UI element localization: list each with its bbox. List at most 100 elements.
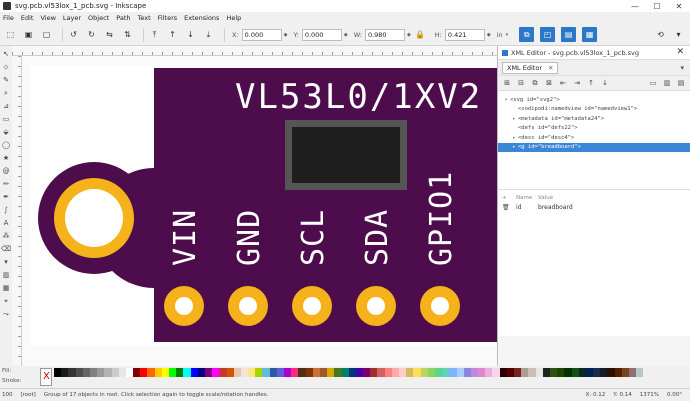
pencil-tool-icon[interactable]: ✏	[1, 179, 11, 189]
xml-node-4[interactable]: ▸ <desc id="desc4">	[498, 133, 690, 143]
layout-toggle-icon[interactable]: ▭	[648, 78, 658, 88]
flip-vertical-icon[interactable]: ⇅	[121, 28, 134, 41]
color-swatch[interactable]	[442, 368, 450, 377]
display-mode-icon[interactable]: ▾	[672, 28, 685, 41]
color-swatch[interactable]	[169, 368, 177, 377]
layout-stacked-icon[interactable]: ▤	[676, 78, 686, 88]
xml-node-3[interactable]: <defs id="defs22">	[498, 124, 690, 134]
opacity-value[interactable]: 100	[2, 392, 13, 398]
color-swatch[interactable]	[183, 368, 191, 377]
color-swatch[interactable]	[319, 368, 328, 377]
color-swatch[interactable]	[204, 368, 213, 377]
delete-attribute-icon[interactable]: 🗑	[502, 204, 510, 211]
none-color-swatch[interactable]: X	[40, 368, 52, 386]
lower-node-icon[interactable]: ↓	[600, 78, 610, 88]
color-swatch[interactable]	[399, 368, 407, 377]
star-tool-icon[interactable]: ★	[1, 153, 11, 163]
new-text-node-icon[interactable]: ⊟	[516, 78, 526, 88]
spiral-tool-icon[interactable]: @	[1, 166, 11, 176]
color-swatch[interactable]	[161, 368, 169, 377]
color-swatch[interactable]	[154, 368, 162, 377]
lower-icon[interactable]: ↓	[184, 28, 197, 41]
vertical-ruler[interactable]	[12, 56, 22, 366]
color-swatch[interactable]	[427, 368, 435, 377]
color-swatch[interactable]	[140, 368, 148, 377]
mesh-tool-icon[interactable]: ▦	[1, 283, 11, 293]
color-swatch[interactable]	[521, 368, 529, 377]
color-swatch[interactable]	[535, 368, 543, 377]
lower-to-bottom-icon[interactable]: ⤓	[202, 28, 215, 41]
color-swatch[interactable]	[578, 368, 586, 377]
color-swatch[interactable]	[614, 368, 622, 377]
color-swatch[interactable]	[363, 368, 371, 377]
color-swatch[interactable]	[355, 368, 364, 377]
expand-arrow-icon[interactable]: ▾	[502, 97, 510, 103]
color-swatch[interactable]	[434, 368, 443, 377]
unit-select[interactable]: in	[497, 31, 503, 39]
color-swatch[interactable]	[384, 368, 392, 377]
xml-editor-close-button[interactable]: ✕	[676, 47, 684, 57]
attribute-row[interactable]: 🗑 id breadboard	[498, 202, 690, 213]
color-swatch[interactable]	[312, 368, 320, 377]
menu-object[interactable]: Object	[88, 14, 109, 22]
color-swatch[interactable]	[147, 368, 155, 377]
xml-node-tree[interactable]: ▾ <svg id="svg2"> <sodipodi:namedview id="…	[498, 90, 690, 190]
layout-side-icon[interactable]: ▥	[662, 78, 672, 88]
color-swatch[interactable]	[176, 368, 184, 377]
color-swatch[interactable]	[97, 368, 105, 377]
delete-node-icon[interactable]: ⊠	[544, 78, 554, 88]
menu-help[interactable]: Help	[226, 14, 241, 22]
text-tool-icon[interactable]: A	[1, 218, 11, 228]
eraser-tool-icon[interactable]: ⌫	[1, 244, 11, 254]
h-input[interactable]: 0.421	[444, 28, 485, 41]
color-swatch[interactable]	[125, 368, 134, 377]
menu-edit[interactable]: Edit	[21, 14, 34, 22]
maximize-button[interactable]: ☐	[646, 0, 668, 12]
color-swatch[interactable]	[276, 368, 284, 377]
pcb-drawing[interactable]: VL53L0/1XV2 VIN GND SCL SDA GPIO1	[22, 56, 497, 366]
color-swatch[interactable]	[269, 368, 277, 377]
scale-stroke-toggle[interactable]: ⧉	[519, 27, 535, 42]
node-tool-icon[interactable]: ⬦	[1, 62, 11, 72]
color-swatch[interactable]	[82, 368, 90, 377]
xml-node-2[interactable]: ▸ <metadata id="metadata24">	[498, 114, 690, 124]
gradient-tool-icon[interactable]: ▥	[1, 270, 11, 280]
color-swatch[interactable]	[506, 368, 514, 377]
bucket-tool-icon[interactable]: ▾	[1, 257, 11, 267]
color-swatch[interactable]	[197, 368, 205, 377]
drawing-canvas[interactable]: VL53L0/1XV2 VIN GND SCL SDA GPIO1	[22, 56, 497, 366]
raise-to-top-icon[interactable]: ⤒	[148, 28, 161, 41]
panel-menu-icon[interactable]: ▾	[680, 64, 684, 72]
color-swatch[interactable]	[514, 368, 522, 377]
rectangle-tool-icon[interactable]: ▭	[1, 114, 11, 124]
color-swatch[interactable]	[233, 368, 241, 377]
color-swatch[interactable]	[89, 368, 98, 377]
move-gradients-toggle[interactable]: ▤	[561, 27, 577, 42]
color-swatch[interactable]	[542, 368, 550, 377]
expand-arrow-icon[interactable]: ▸	[510, 144, 518, 150]
selector-tool-icon[interactable]: ↖	[1, 49, 11, 59]
w-spin-icon[interactable]: ◆	[407, 32, 411, 38]
color-swatch[interactable]	[571, 368, 579, 377]
raise-node-icon[interactable]: ↑	[586, 78, 596, 88]
move-patterns-toggle[interactable]: ▦	[582, 27, 598, 42]
w-input[interactable]: 0.980	[364, 28, 405, 41]
calligraphy-tool-icon[interactable]: ∫	[1, 205, 11, 215]
y-spin-icon[interactable]: ◆	[344, 32, 348, 38]
color-swatch[interactable]	[449, 368, 457, 377]
menu-file[interactable]: File	[3, 14, 14, 22]
color-swatch[interactable]	[54, 368, 62, 377]
minimize-button[interactable]: —	[624, 0, 646, 12]
color-swatch[interactable]	[528, 368, 536, 377]
color-swatch[interactable]	[557, 368, 565, 377]
box-3d-tool-icon[interactable]: ⬙	[1, 127, 11, 137]
expand-arrow-icon[interactable]: ▸	[510, 116, 518, 122]
color-swatch[interactable]	[607, 368, 615, 377]
select-all-layers-icon[interactable]: ▣	[22, 28, 35, 41]
unit-dropdown-icon[interactable]: ▾	[506, 32, 509, 38]
color-swatch[interactable]	[492, 368, 500, 377]
color-swatch[interactable]	[118, 368, 126, 377]
color-swatch[interactable]	[406, 368, 414, 377]
color-swatch[interactable]	[75, 368, 83, 377]
snap-toggle-icon[interactable]: ⟲	[654, 28, 667, 41]
